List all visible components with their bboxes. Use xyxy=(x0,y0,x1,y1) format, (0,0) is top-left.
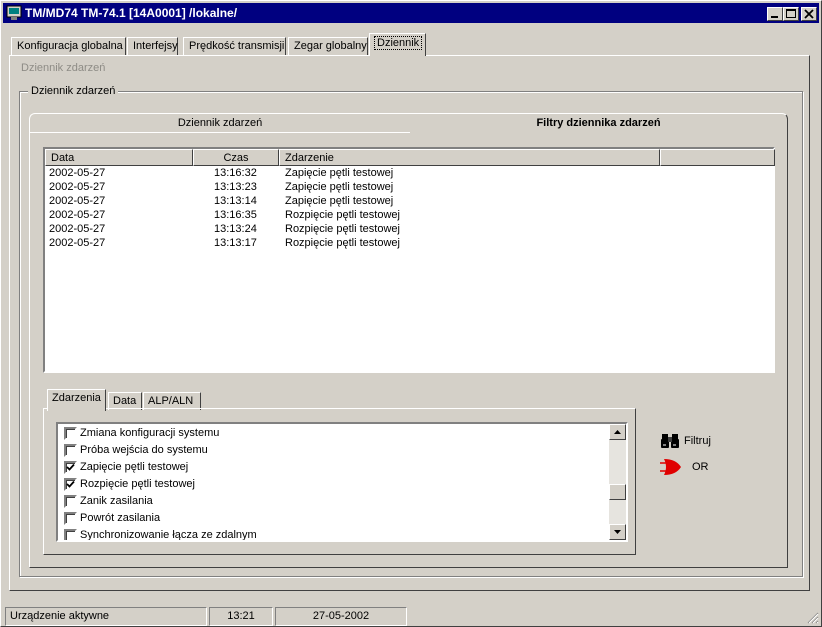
column-label: Czas xyxy=(223,152,249,164)
application-window: TM/MD74 TM-74.1 [14A0001] /lokalne/ Konf… xyxy=(0,0,822,627)
filter-button[interactable]: Filtruj xyxy=(660,432,720,450)
cell-event: Zapięcie pętli testowej xyxy=(285,181,394,193)
tab-zegar-globalny[interactable]: Zegar globalny xyxy=(288,37,368,56)
tab-interfejsy[interactable]: Interfejsy xyxy=(127,37,178,56)
checkbox-checked[interactable] xyxy=(64,461,77,474)
page-label: Dziennik zdarzeń xyxy=(21,62,106,74)
tab-label: Data xyxy=(113,395,137,407)
maximize-button[interactable] xyxy=(783,7,799,21)
tab-label: Dziennik zdarzeń xyxy=(177,117,263,129)
cell-time: 13:13:23 xyxy=(214,181,257,193)
logic-mode-toggle[interactable]: OR xyxy=(660,458,710,476)
status-text: Urządzenie aktywne xyxy=(10,610,110,622)
status-panel: Urządzenie aktywne xyxy=(5,607,207,626)
group-title: Dziennik zdarzeń xyxy=(28,85,119,97)
cell-time: 13:16:32 xyxy=(214,167,257,179)
checkbox-label: Powrót zasilania xyxy=(80,512,161,524)
event-type-checklist[interactable]: Zmiana konfiguracji systemu Próba wejści… xyxy=(56,422,628,542)
column-header-event[interactable]: Zdarzenie xyxy=(279,149,660,166)
minimize-button[interactable] xyxy=(767,7,783,21)
cell-event: Rozpięcie pętli testowej xyxy=(285,237,400,249)
tab-predkosc-transmisji[interactable]: Prędkość transmisji xyxy=(183,37,286,56)
status-time: 13:21 xyxy=(227,610,255,622)
or-gate-icon xyxy=(660,459,681,475)
scroll-up-button[interactable] xyxy=(609,424,626,440)
cell-date: 2002-05-27 xyxy=(49,167,106,179)
filter-button-label: Filtruj xyxy=(684,435,711,447)
tab-dziennik[interactable]: Dziennik xyxy=(369,33,426,56)
table-row[interactable]: 2002-05-27 13:13:24 Rozpięcie pętli test… xyxy=(45,222,773,236)
checkbox[interactable] xyxy=(64,512,77,525)
cell-date: 2002-05-27 xyxy=(49,209,106,221)
tab-label: Zegar globalny xyxy=(294,40,367,52)
column-header-empty[interactable] xyxy=(660,149,775,166)
binoculars-icon xyxy=(661,434,679,448)
status-date: 27-05-2002 xyxy=(312,610,370,622)
tab-event-log-filters[interactable]: Filtry dziennika zdarzeń xyxy=(410,113,788,133)
tab-label: ALP/ALN xyxy=(148,395,194,407)
table-row[interactable]: 2002-05-27 13:13:14 Zapięcie pętli testo… xyxy=(45,194,773,208)
cell-time: 13:13:14 xyxy=(214,195,257,207)
cell-time: 13:16:35 xyxy=(214,209,257,221)
tab-label: Dziennik xyxy=(373,36,423,50)
tab-label: Zdarzenia xyxy=(52,392,101,404)
event-list[interactable]: Data Czas Zdarzenie 2002-05-27 13:16:32 … xyxy=(43,147,775,373)
scroll-down-button[interactable] xyxy=(609,524,626,540)
checkbox[interactable] xyxy=(64,529,77,540)
column-header-time[interactable]: Czas xyxy=(193,149,279,166)
checkbox[interactable] xyxy=(64,444,77,457)
column-label: Zdarzenie xyxy=(285,152,334,164)
checkbox-label: Synchronizowanie łącza ze zdalnym xyxy=(80,529,257,541)
status-bar: Urządzenie aktywne 13:21 27-05-2002 xyxy=(3,607,821,626)
checkbox-checked[interactable] xyxy=(64,478,77,491)
logic-mode-label: OR xyxy=(692,461,709,473)
column-header-date[interactable]: Data xyxy=(45,149,193,166)
event-list-header: Data Czas Zdarzenie xyxy=(45,149,775,166)
table-row[interactable]: 2002-05-27 13:13:17 Rozpięcie pętli test… xyxy=(45,236,773,250)
tab-label: Konfiguracja globalna xyxy=(17,40,123,52)
cell-event: Rozpięcie pętli testowej xyxy=(285,223,400,235)
tab-event-log[interactable]: Dziennik zdarzeń xyxy=(29,113,410,133)
cell-event: Rozpięcie pętli testowej xyxy=(285,209,400,221)
cell-time: 13:13:24 xyxy=(214,223,257,235)
arrow-up-icon xyxy=(614,430,621,434)
resize-grip-icon[interactable] xyxy=(807,612,819,624)
tab-label: Prędkość transmisji xyxy=(189,40,285,52)
app-icon[interactable] xyxy=(6,5,22,21)
cell-date: 2002-05-27 xyxy=(49,181,106,193)
title-bar[interactable]: TM/MD74 TM-74.1 [14A0001] /lokalne/ xyxy=(3,3,819,23)
checkbox-label: Zmiana konfiguracji systemu xyxy=(80,427,220,439)
cell-time: 13:13:17 xyxy=(214,237,257,249)
table-row[interactable]: 2002-05-27 13:16:35 Rozpięcie pętli test… xyxy=(45,208,773,222)
tab-zdarzenia[interactable]: Zdarzenia xyxy=(47,389,106,411)
window-title: TM/MD74 TM-74.1 [14A0001] /lokalne/ xyxy=(25,6,238,20)
checkbox-label: Rozpięcie pętli testowej xyxy=(80,478,195,490)
checklist-scrollbar[interactable] xyxy=(609,424,626,540)
tab-label: Interfejsy xyxy=(133,40,178,52)
cell-event: Zapięcie pętli testowej xyxy=(285,167,394,179)
checkbox-label: Próba wejścia do systemu xyxy=(80,444,208,456)
tab-label: Filtry dziennika zdarzeń xyxy=(536,117,661,129)
checkbox-label: Zapięcie pętli testowej xyxy=(80,461,189,473)
time-panel: 13:21 xyxy=(209,607,273,626)
checkbox[interactable] xyxy=(64,495,77,508)
table-row[interactable]: 2002-05-27 13:16:32 Zapięcie pętli testo… xyxy=(45,166,773,180)
checkmark-icon xyxy=(66,463,75,471)
table-row[interactable]: 2002-05-27 13:13:23 Zapięcie pętli testo… xyxy=(45,180,773,194)
date-panel: 27-05-2002 xyxy=(275,607,407,626)
cell-date: 2002-05-27 xyxy=(49,223,106,235)
scroll-thumb[interactable] xyxy=(609,484,626,500)
column-label: Data xyxy=(51,152,75,164)
close-button[interactable] xyxy=(801,7,817,21)
tab-konfiguracja-globalna[interactable]: Konfiguracja globalna xyxy=(11,37,126,56)
checkbox[interactable] xyxy=(64,427,77,440)
cell-event: Zapięcie pętli testowej xyxy=(285,195,394,207)
cell-date: 2002-05-27 xyxy=(49,237,106,249)
cell-date: 2002-05-27 xyxy=(49,195,106,207)
checkbox-label: Zanik zasilania xyxy=(80,495,153,507)
checkmark-icon xyxy=(66,480,75,488)
arrow-down-icon xyxy=(614,530,621,534)
